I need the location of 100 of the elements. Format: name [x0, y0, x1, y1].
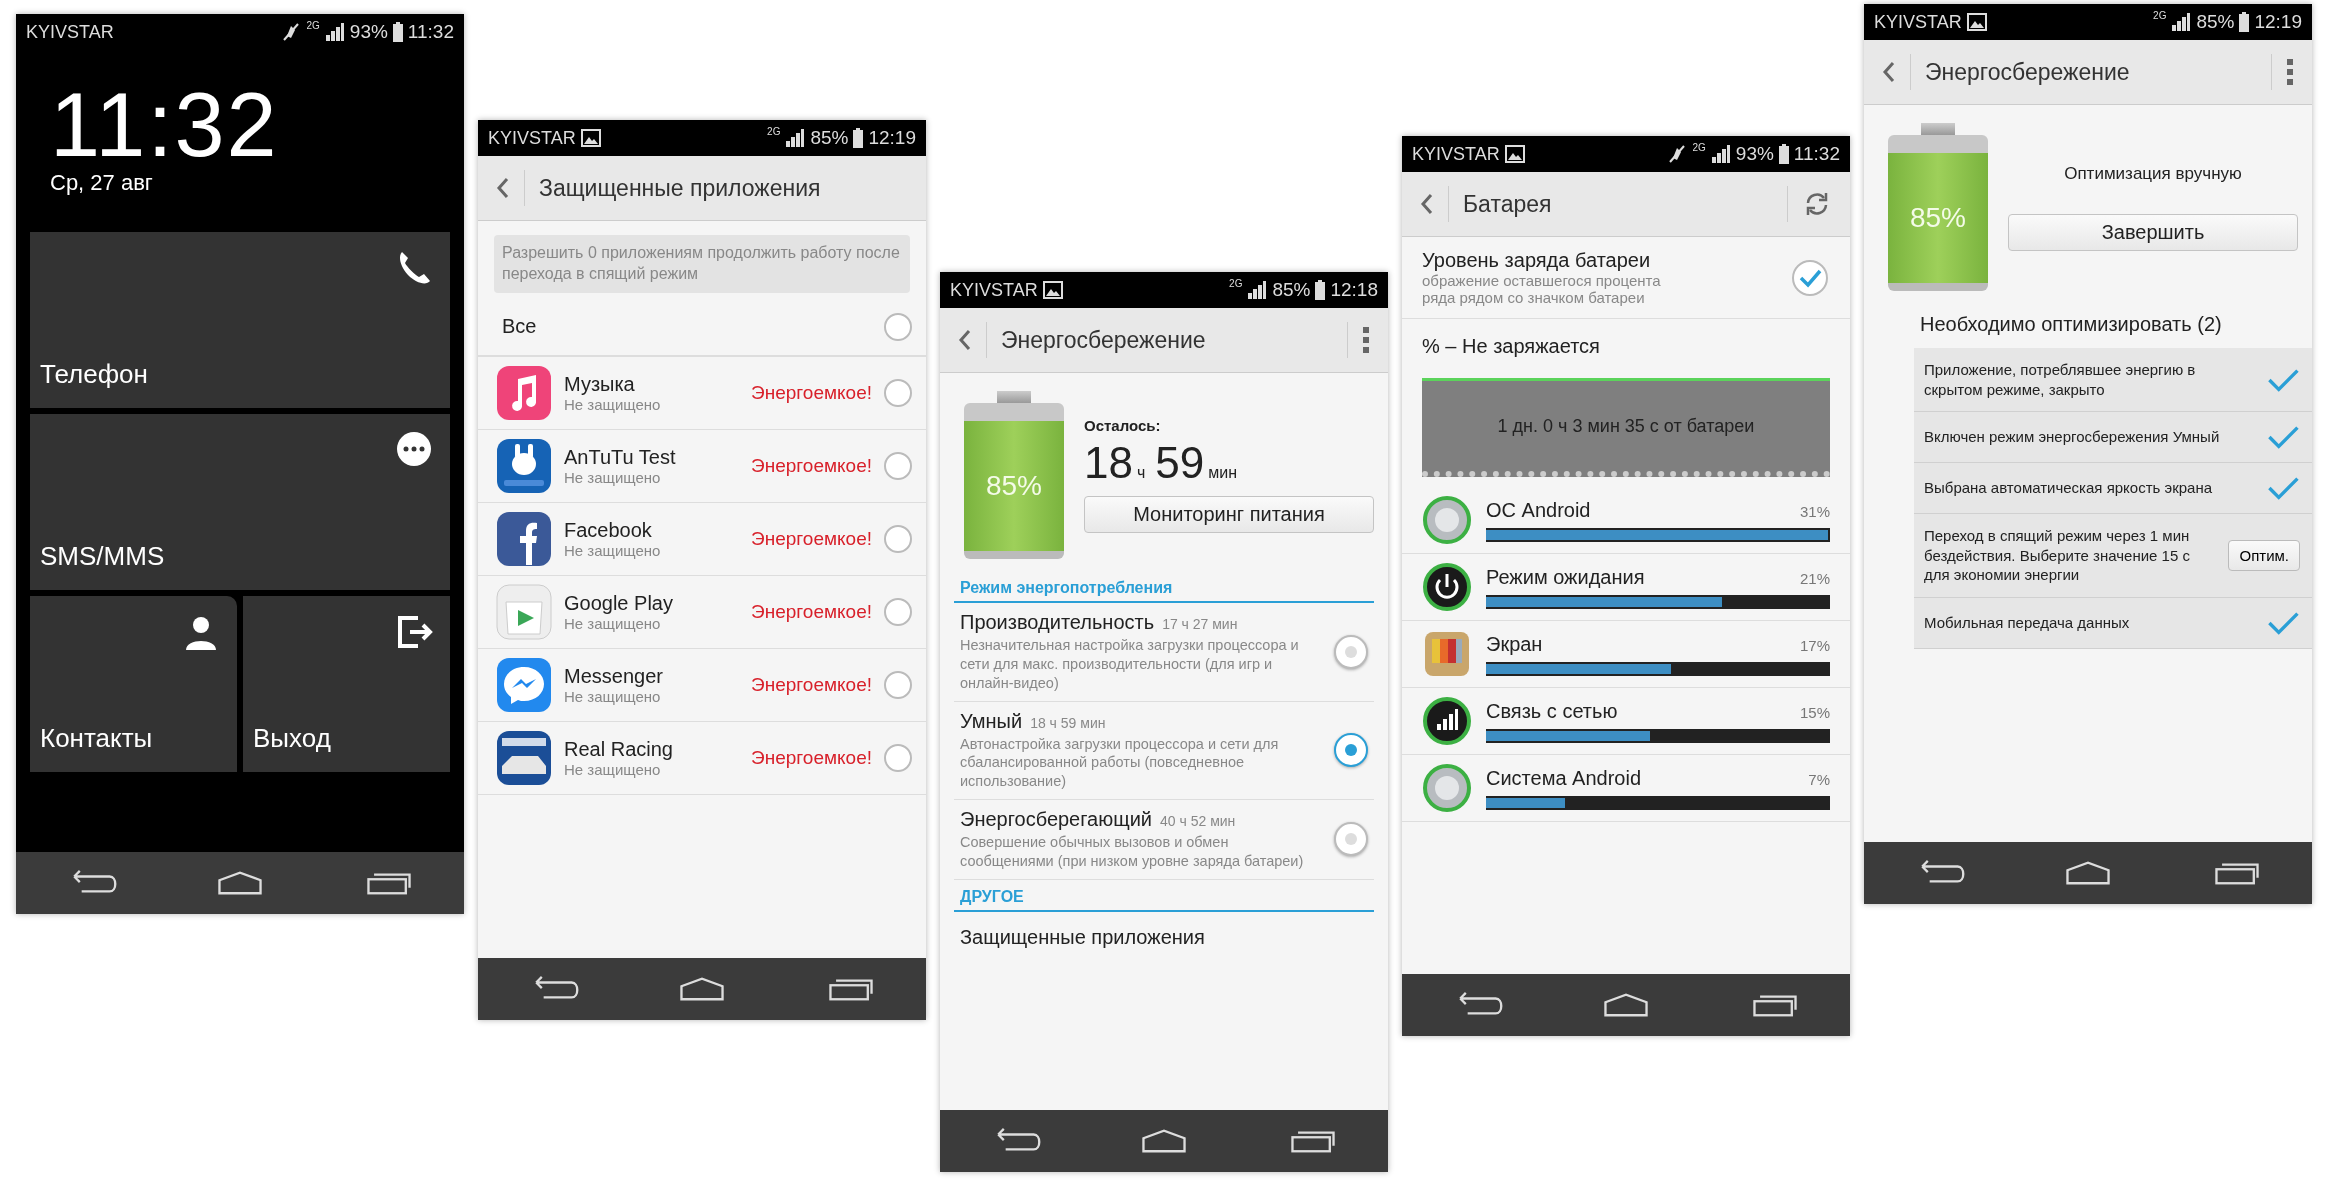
app-name: Google Play — [564, 591, 674, 615]
battery-level-text: 85% — [1909, 202, 1966, 234]
app-tile[interactable]: Контакты — [30, 596, 237, 772]
power-icon — [1422, 562, 1472, 612]
usage-name: Связь с сетью — [1486, 699, 1618, 723]
checkbox[interactable] — [1790, 257, 1830, 298]
setting-description: ряда рядом со значком батареи — [1422, 289, 1646, 306]
carrier-name: KYIVSTAR — [1874, 11, 1962, 33]
signal-icon — [1422, 696, 1472, 746]
check-icon — [2266, 475, 2300, 501]
back-icon[interactable] — [958, 328, 972, 352]
usage-percent: 7% — [1808, 770, 1830, 788]
app-tile[interactable]: SMS/MMS — [30, 414, 450, 590]
app-name: Messenger — [564, 664, 664, 688]
battery-level-text: 85% — [985, 470, 1042, 502]
carrier-name: KYIVSTAR — [950, 279, 1038, 301]
menu-item[interactable]: Защищенные приложения — [940, 911, 1388, 963]
shopping-bag-icon — [496, 583, 552, 640]
monitor-icon — [1422, 629, 1472, 679]
mute-icon — [1667, 144, 1688, 164]
app-tile[interactable]: Выход — [243, 596, 450, 772]
protect-radio[interactable] — [884, 743, 912, 772]
date: Ср, 27 авг — [50, 170, 154, 196]
image-icon — [1504, 144, 1525, 164]
carrier-name: KYIVSTAR — [488, 127, 576, 149]
mode-description: Автонастройка загрузки процессора и сети для сбалансированной работы (повседневное использование) — [960, 734, 1280, 792]
battery-icon — [853, 128, 864, 148]
section-heading: Необходимо оптимизировать (2) — [1919, 312, 2223, 337]
battery-percent: 85% — [1272, 279, 1311, 301]
all-label: Все — [502, 315, 538, 339]
finish-button[interactable]: Завершить — [2008, 213, 2298, 251]
usage-percent: 31% — [1799, 502, 1830, 520]
protect-radio[interactable] — [884, 378, 912, 407]
optimization-item: Выбрана автоматическая яркость экрана — [1924, 478, 2214, 498]
protect-radio[interactable] — [884, 670, 912, 699]
mode-radio[interactable] — [1334, 822, 1368, 857]
signal-icon — [324, 22, 345, 42]
graph-caption: 1 дн. 0 ч 3 мин 35 с от батареи — [1497, 415, 1755, 437]
screen-title: Энергосбережение — [1001, 326, 1207, 354]
protection-status: Не защищено — [564, 395, 662, 413]
app-icon — [496, 437, 552, 494]
battery-percent: 85% — [810, 127, 849, 149]
status-time: 11:32 — [1793, 143, 1840, 165]
battery-icon — [2239, 12, 2250, 32]
power-warning: Энергоемкое! — [751, 673, 872, 696]
back-icon[interactable] — [496, 176, 510, 200]
usage-name: ОС Android — [1486, 498, 1591, 522]
select-all-radio[interactable] — [884, 312, 912, 341]
protection-status: Не защищено — [564, 614, 662, 632]
power-warning: Энергоемкое! — [751, 381, 872, 404]
protect-radio[interactable] — [884, 597, 912, 626]
status-time: 11:32 — [407, 21, 454, 43]
monitor-button[interactable]: Мониторинг питания — [1084, 496, 1374, 533]
image-icon — [1042, 280, 1063, 300]
protection-status: Не защищено — [564, 541, 662, 559]
more-icon[interactable] — [1362, 326, 1370, 354]
battery-icon — [392, 22, 403, 42]
app-name: Facebook — [564, 518, 653, 542]
usage-percent: 15% — [1799, 703, 1830, 721]
protect-radio[interactable] — [884, 451, 912, 480]
optimize-button[interactable]: Оптим. — [2228, 539, 2300, 571]
more-icon[interactable] — [2286, 58, 2294, 86]
setting-description: ображение оставшегося процента — [1422, 272, 1662, 289]
mode-radio[interactable] — [1334, 733, 1368, 768]
power-warning: Энергоемкое! — [751, 746, 872, 769]
dial-icon — [1422, 763, 1472, 813]
app-icon — [496, 510, 552, 567]
network-type: 2G — [1229, 278, 1243, 289]
mode-name: Умный — [960, 709, 1023, 733]
protection-status: Не защищено — [564, 468, 662, 486]
mode-time: 18 ч 59 мин — [1030, 714, 1106, 731]
mode-description: Незначительная настройка загрузки процессора и сети для макс. производительности (для игр и онлайн-видео) — [960, 636, 1300, 693]
mute-icon — [281, 22, 302, 42]
clock: 11:32 — [50, 80, 280, 170]
screen-title: Энергосбережение — [1925, 58, 2131, 86]
back-icon[interactable] — [1882, 60, 1896, 84]
mode-time: 17 ч 27 мин — [1162, 616, 1238, 632]
setting-title: Уровень заряда батареи — [1422, 249, 1652, 272]
network-type: 2G — [1692, 142, 1706, 153]
mode-radio[interactable] — [1334, 634, 1368, 669]
image-icon — [1966, 12, 1987, 32]
optimization-item: Приложение, потреблявшее энергию в скрытом режиме, закрыто — [1924, 360, 2197, 399]
app-name: AnTuTu Test — [564, 445, 677, 469]
minutes-value: 59 — [1155, 438, 1205, 488]
mode-name: Энергосберегающий — [960, 808, 1153, 832]
signal-icon — [1710, 144, 1731, 164]
optimization-item: Включен режим энергосбережения Умный — [1924, 427, 2221, 447]
usage-name: Система Android — [1486, 766, 1642, 790]
app-tile[interactable]: Телефон — [30, 232, 450, 408]
protect-radio[interactable] — [884, 524, 912, 553]
back-icon[interactable] — [1420, 192, 1434, 216]
network-type: 2G — [2153, 10, 2167, 21]
mode-time: 40 ч 52 мин — [1160, 813, 1236, 830]
carrier-name: KYIVSTAR — [26, 21, 114, 43]
network-type: 2G — [306, 20, 320, 31]
mode-description: Совершение обычных вызовов и обмен сообщениями (при низком уровне заряда батареи) — [960, 833, 1305, 871]
dial-icon — [1422, 495, 1472, 545]
battery-icon — [1315, 280, 1326, 300]
battery-percent: 93% — [1735, 143, 1774, 165]
signal-icon — [2171, 12, 2192, 32]
